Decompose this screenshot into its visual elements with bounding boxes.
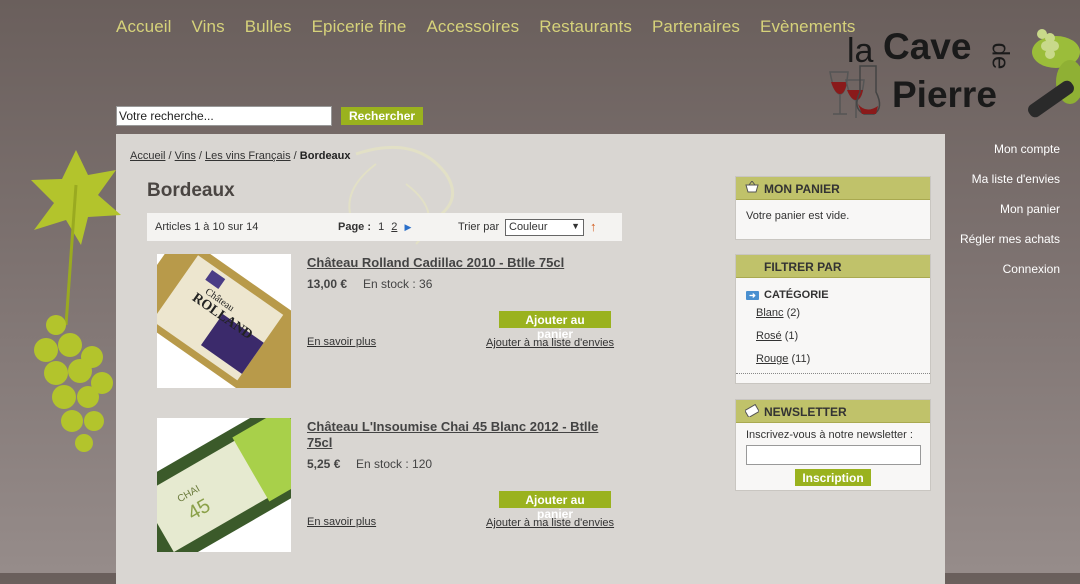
cart-box: MON PANIER Votre panier est vide.: [735, 176, 931, 240]
nav-vins[interactable]: Vins: [192, 17, 225, 37]
nav-accueil[interactable]: Accueil: [116, 17, 172, 37]
pager-bar: Articles 1 à 10 sur 14 Page : 1 2 ▶ Trie…: [147, 213, 622, 241]
page-link-2[interactable]: 2: [391, 221, 397, 233]
product-stock: En stock : 120: [356, 457, 433, 471]
vine-leaf-icon: [31, 150, 121, 452]
more-info-link[interactable]: En savoir plus: [307, 336, 376, 348]
logo-text-pierre: Pierre: [892, 74, 997, 115]
sort-label: Trier par: [458, 221, 500, 233]
breadcrumb-accueil[interactable]: Accueil: [130, 150, 165, 162]
chevron-down-icon: ▼: [571, 221, 580, 231]
filter-count: (11): [791, 353, 811, 365]
search-input[interactable]: [116, 106, 332, 126]
envelope-icon: [745, 404, 759, 417]
filter-category-heading: ➜ CATÉGORIE: [746, 289, 920, 301]
page-label: Page :: [338, 221, 372, 233]
add-to-cart-button[interactable]: Ajouter au panier: [499, 311, 611, 341]
account-menu: Mon compte Ma liste d'envies Mon panier …: [960, 142, 1060, 292]
filter-category-label: CATÉGORIE: [764, 289, 829, 301]
account-link-login[interactable]: Connexion: [960, 262, 1060, 277]
newsletter-box-title: NEWSLETTER: [764, 405, 847, 419]
product-price: 5,25 €: [307, 457, 341, 471]
wine-bottle-label-icon: Château ROLLAND: [157, 254, 291, 388]
next-page-icon[interactable]: ▶: [404, 222, 411, 232]
sort-direction-icon[interactable]: ↑: [590, 219, 597, 234]
account-link-mon-compte[interactable]: Mon compte: [960, 142, 1060, 157]
page-title: Bordeaux: [147, 180, 235, 201]
newsletter-text: Inscrivez-vous à notre newsletter :: [746, 429, 913, 441]
search-form: Rechercher: [116, 106, 424, 126]
wine-bottle-label-icon: CHAI 45: [157, 418, 291, 552]
product-image[interactable]: CHAI 45: [157, 418, 291, 552]
cart-box-header: MON PANIER: [736, 177, 930, 200]
filter-box: FILTRER PAR ➜ CATÉGORIE Blanc (2) Rosé (1…: [735, 254, 931, 384]
breadcrumb-vins[interactable]: Vins: [175, 150, 196, 162]
filter-item-rose[interactable]: Rosé: [756, 330, 782, 342]
page-current: 1: [378, 221, 385, 233]
site-logo[interactable]: la Cave de Pierre: [820, 22, 1080, 132]
product-title[interactable]: Château Rolland Cadillac 2010 - Btlle 75…: [307, 255, 617, 271]
nav-partenaires[interactable]: Partenaires: [652, 17, 740, 37]
filter-item-blanc[interactable]: Blanc: [756, 307, 784, 319]
top-nav: Accueil Vins Bulles Epicerie fine Access…: [116, 17, 856, 37]
newsletter-email-field[interactable]: [746, 445, 921, 465]
logo-text-cave: Cave: [883, 26, 972, 67]
pagination: Page : 1 2 ▶: [338, 221, 411, 233]
cart-empty-text: Votre panier est vide.: [746, 210, 850, 222]
nav-restaurants[interactable]: Restaurants: [539, 17, 632, 37]
sort-select[interactable]: Couleur ▼: [505, 219, 584, 236]
add-to-wishlist-link[interactable]: Ajouter à ma liste d'envies: [486, 517, 614, 529]
filter-item-rouge[interactable]: Rouge: [756, 353, 788, 365]
breadcrumb-current: Bordeaux: [299, 150, 351, 162]
product-title[interactable]: Château L'Insoumise Chai 45 Blanc 2012 -…: [307, 419, 617, 451]
newsletter-subscribe-button[interactable]: Inscription: [795, 469, 871, 486]
newsletter-box-header: NEWSLETTER: [736, 400, 930, 423]
nav-epicerie-fine[interactable]: Epicerie fine: [312, 17, 407, 37]
filter-count: (1): [784, 330, 799, 342]
breadcrumb-vins-francais[interactable]: Les vins Français: [205, 150, 291, 162]
filter-box-title: FILTRER PAR: [764, 260, 842, 274]
product-price: 13,00 €: [307, 277, 348, 291]
more-info-link[interactable]: En savoir plus: [307, 516, 376, 528]
cart-box-title: MON PANIER: [764, 182, 840, 196]
nav-bulles[interactable]: Bulles: [245, 17, 292, 37]
search-button[interactable]: Rechercher: [341, 107, 424, 125]
account-link-cart[interactable]: Mon panier: [960, 202, 1060, 217]
add-to-wishlist-link[interactable]: Ajouter à ma liste d'envies: [486, 337, 614, 349]
logo-text-de: de: [986, 42, 1014, 70]
newsletter-box: NEWSLETTER Inscrivez-vous à notre newsle…: [735, 399, 931, 491]
breadcrumb: Accueil / Vins / Les vins Français / Bor…: [130, 150, 351, 162]
account-link-checkout[interactable]: Régler mes achats: [960, 232, 1060, 247]
result-count: Articles 1 à 10 sur 14: [155, 221, 259, 233]
filter-count: (2): [786, 307, 801, 319]
divider: [736, 373, 930, 374]
logo-text-la: la: [847, 32, 874, 70]
filter-box-header: FILTRER PAR: [736, 255, 930, 278]
sort-select-value: Couleur: [509, 221, 548, 233]
nav-accessoires[interactable]: Accessoires: [426, 17, 519, 37]
product-stock: En stock : 36: [363, 277, 433, 291]
add-to-cart-button[interactable]: Ajouter au panier: [499, 491, 611, 521]
basket-icon: [745, 181, 759, 193]
product-image[interactable]: Château ROLLAND: [157, 254, 291, 388]
account-link-wishlist[interactable]: Ma liste d'envies: [960, 172, 1060, 187]
arrow-right-icon: ➜: [746, 291, 759, 300]
